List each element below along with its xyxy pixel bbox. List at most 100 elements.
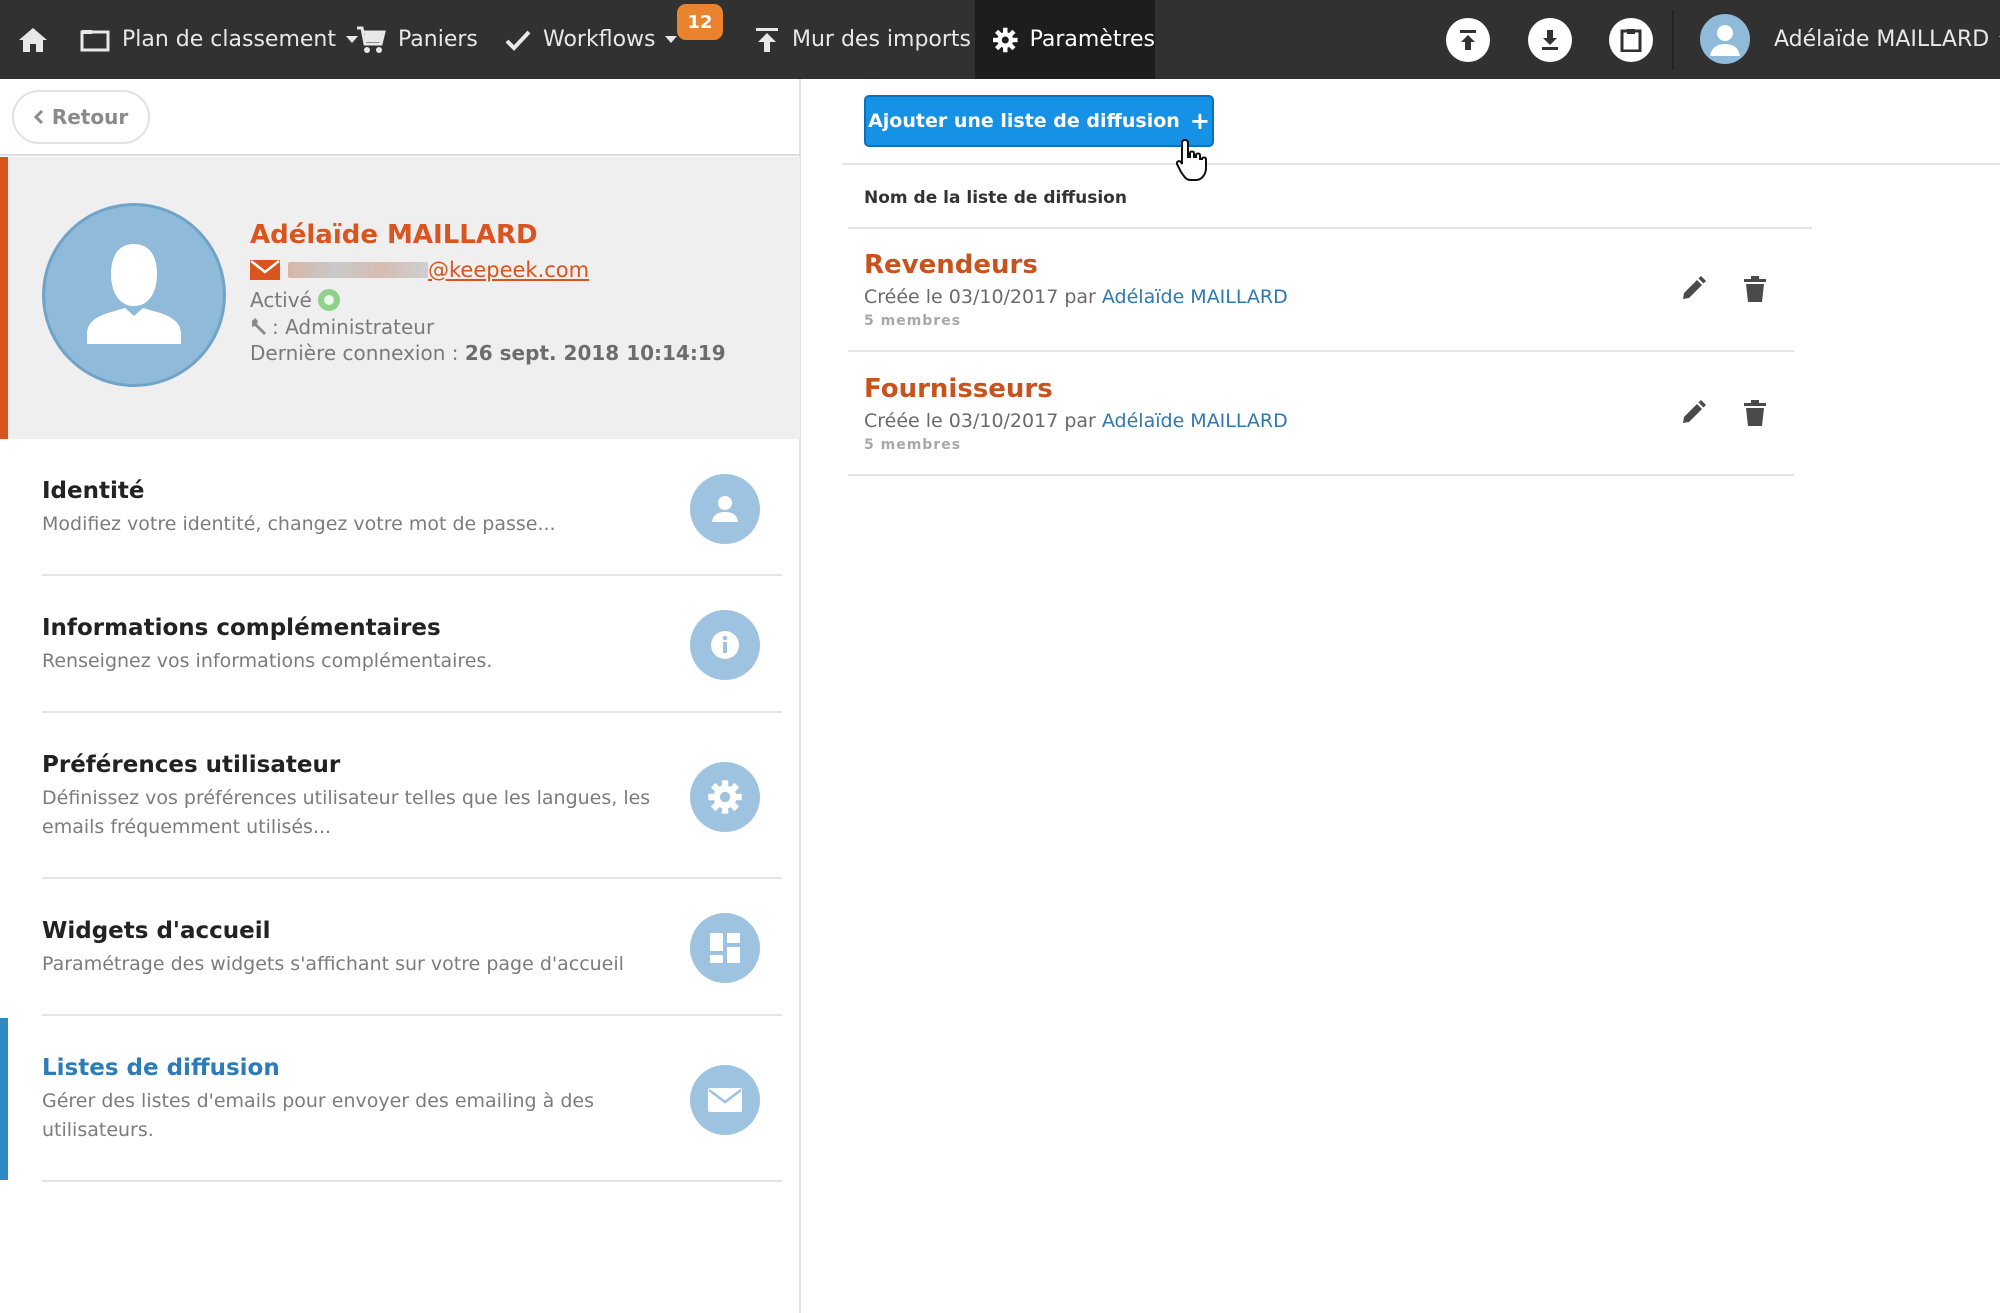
edit-button[interactable]	[1676, 396, 1710, 430]
menu-item-desc: Définissez vos préférences utilisateur t…	[42, 787, 651, 838]
list-item-author[interactable]: Adélaïde MAILLARD	[1102, 410, 1288, 432]
menu-item-desc: Paramétrage des widgets s'affichant sur …	[42, 953, 624, 975]
nav-settings-label: Paramètres	[1029, 27, 1155, 52]
divider	[0, 154, 800, 156]
menu-item-title: Préférences utilisateur	[42, 752, 341, 778]
menu-item-desc: Modifiez votre identité, changez votre m…	[42, 513, 556, 535]
menu-item-title: Listes de diffusion	[42, 1055, 280, 1081]
list-item-members: 5 membres	[864, 313, 962, 329]
chevron-left-icon	[33, 109, 43, 125]
workflows-badge[interactable]: 12	[677, 4, 723, 40]
list-item-name[interactable]: Fournisseurs	[864, 374, 1053, 404]
user-icon	[1710, 25, 1740, 56]
menu-item-desc: Gérer des listes d'emails pour envoyer d…	[42, 1090, 594, 1141]
menu-item-desc: Renseignez vos informations complémentai…	[42, 650, 493, 672]
navbar-separator	[1672, 10, 1674, 70]
menu-item-title: Informations complémentaires	[42, 615, 441, 641]
cart-icon	[357, 26, 386, 53]
gear-icon	[690, 762, 760, 832]
chevron-down-icon	[665, 35, 678, 43]
list-item-author[interactable]: Adélaïde MAILLARD	[1102, 286, 1288, 308]
plus-icon: +	[1189, 107, 1210, 135]
menu-item-additional-info[interactable]: Informations complémentaires Renseignez …	[0, 577, 800, 714]
user-avatar[interactable]	[1700, 14, 1750, 64]
back-label: Retour	[51, 105, 129, 129]
email-redacted	[288, 262, 428, 278]
clipboard-button[interactable]	[1609, 18, 1653, 62]
menu-item-user-preferences[interactable]: Préférences utilisateur Définissez vos p…	[0, 714, 800, 880]
menu-item-mailing-lists[interactable]: Listes de diffusion Gérer des listes d'e…	[0, 1017, 800, 1183]
upload-icon	[756, 27, 778, 52]
list-item-created: Créée le 03/10/2017 par	[864, 286, 1096, 308]
user-icon	[87, 244, 181, 344]
envelope-icon	[690, 1065, 760, 1135]
nav-workflows[interactable]: Workflows	[505, 0, 678, 79]
user-name: Adélaïde MAILLARD	[1774, 27, 1990, 52]
hand-cursor-icon	[1175, 138, 1208, 186]
download-icon	[1542, 30, 1558, 50]
info-icon	[690, 610, 760, 680]
user-menu[interactable]: Adélaïde MAILLARD	[1774, 0, 2000, 79]
profile-role: : Administrateur	[250, 315, 434, 339]
email-domain: @keepeek.com	[428, 258, 590, 282]
edit-button[interactable]	[1676, 272, 1710, 306]
trash-icon	[1744, 400, 1766, 426]
divider	[42, 574, 782, 576]
nav-imports-wall[interactable]: Mur des imports	[754, 0, 971, 79]
list-item-meta: Créée le 03/10/2017 par Adélaïde MAILLAR…	[864, 286, 1288, 308]
profile-email[interactable]: @keepeek.com	[250, 258, 589, 282]
profile-status: Activé	[250, 288, 340, 312]
list-item-members: 5 membres	[864, 437, 962, 453]
clipboard-icon	[1620, 29, 1642, 52]
list-item-meta: Créée le 03/10/2017 par Adélaïde MAILLAR…	[864, 410, 1288, 432]
trash-icon	[1744, 276, 1766, 302]
download-button[interactable]	[1528, 18, 1572, 62]
back-button[interactable]: Retour	[12, 90, 150, 144]
profile-accent-bar	[0, 157, 8, 439]
nav-workflows-label: Workflows	[543, 27, 656, 52]
add-mailing-list-button[interactable]: Ajouter une liste de diffusion +	[864, 95, 1214, 147]
divider	[42, 711, 782, 713]
pencil-icon	[1683, 400, 1706, 423]
profile-name: Adélaïde MAILLARD	[250, 220, 538, 250]
nav-imports-label: Mur des imports	[792, 27, 972, 52]
menu-item-home-widgets[interactable]: Widgets d'accueil Paramétrage des widget…	[0, 880, 800, 1017]
user-icon	[690, 474, 760, 544]
divider	[848, 350, 1794, 352]
menu-item-title: Identité	[42, 478, 145, 504]
envelope-icon	[250, 260, 280, 280]
nav-settings[interactable]: Paramètres	[975, 0, 1155, 79]
last-login-value: 26 sept. 2018 10:14:19	[464, 341, 726, 365]
wrench-icon	[252, 318, 266, 335]
home-icon	[19, 27, 47, 52]
add-button-label: Ajouter une liste de diffusion	[868, 110, 1180, 132]
delete-button[interactable]	[1738, 272, 1772, 306]
list-item-name[interactable]: Revendeurs	[864, 250, 1038, 280]
divider	[42, 877, 782, 879]
nav-baskets-label: Paniers	[398, 27, 478, 52]
gear-icon	[993, 27, 1018, 52]
divider	[842, 163, 2000, 165]
status-active-icon	[317, 289, 340, 311]
divider	[42, 1180, 782, 1182]
divider	[848, 227, 1812, 229]
nav-home[interactable]	[18, 0, 48, 79]
role-label: : Administrateur	[272, 315, 435, 339]
profile-avatar	[42, 203, 226, 387]
list-item-created: Créée le 03/10/2017 par	[864, 410, 1096, 432]
column-header-list-name[interactable]: Nom de la liste de diffusion	[864, 188, 1127, 208]
check-icon	[505, 30, 531, 51]
upload-button[interactable]	[1446, 18, 1490, 62]
nav-baskets[interactable]: Paniers	[356, 0, 478, 79]
widgets-icon	[690, 913, 760, 983]
menu-item-identity[interactable]: Identité Modifiez votre identité, change…	[0, 440, 800, 577]
nav-plan-label: Plan de classement	[122, 27, 336, 52]
menu-item-title: Widgets d'accueil	[42, 918, 271, 944]
nav-plan-de-classement[interactable]: Plan de classement	[80, 0, 358, 79]
delete-button[interactable]	[1738, 396, 1772, 430]
pencil-icon	[1683, 276, 1706, 299]
upload-icon	[1460, 30, 1476, 50]
divider	[42, 1014, 782, 1016]
folder-icon	[80, 29, 110, 51]
divider	[848, 474, 1794, 476]
